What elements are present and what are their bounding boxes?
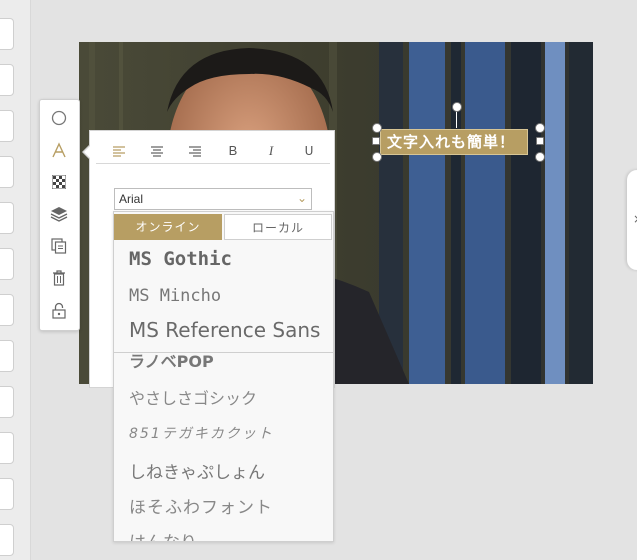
align-left-icon: [113, 146, 125, 157]
rotate-handle[interactable]: [452, 102, 462, 112]
duplicate-icon[interactable]: [48, 235, 70, 257]
font-option[interactable]: はんなり: [129, 528, 197, 541]
slide-thumbnail[interactable]: [0, 110, 14, 142]
slide-thumbnail[interactable]: [0, 202, 14, 234]
slide-thumbnail[interactable]: [0, 294, 14, 326]
font-dropdown: オンライン ローカル MS Gothic MS Mincho MS Refere…: [113, 211, 334, 542]
font-option[interactable]: しねきゃぷしょん: [129, 458, 265, 483]
resize-handle-bottom-right[interactable]: [535, 152, 545, 162]
tab-online[interactable]: オンライン: [114, 214, 222, 240]
tab-local[interactable]: ローカル: [224, 214, 332, 240]
font-option[interactable]: MS Gothic: [129, 248, 232, 270]
slide-thumbnail[interactable]: [0, 64, 14, 96]
format-button-row: B I U: [96, 141, 330, 164]
italic-button[interactable]: I: [258, 141, 284, 161]
element-toolbar: [39, 99, 80, 331]
text-tool-icon[interactable]: [48, 139, 70, 161]
align-right-icon: [189, 146, 201, 157]
trash-icon[interactable]: [48, 267, 70, 289]
underline-button[interactable]: U: [296, 141, 322, 161]
lock-icon[interactable]: [48, 299, 70, 321]
font-option[interactable]: ほそふわフォント: [129, 493, 273, 518]
slide-thumbnail[interactable]: [0, 248, 14, 280]
align-right-button[interactable]: [182, 141, 208, 161]
slide-thumbnail[interactable]: [0, 524, 14, 556]
circle-shape-icon[interactable]: [48, 107, 70, 129]
font-option[interactable]: 851テガキカクット: [129, 423, 274, 443]
slide-thumbnail[interactable]: [0, 478, 14, 510]
bold-button[interactable]: B: [220, 141, 246, 161]
resize-handle-left[interactable]: [372, 137, 380, 145]
font-option[interactable]: MS Mincho: [129, 286, 221, 306]
resize-handle-top-left[interactable]: [372, 123, 382, 133]
rotation-stem: [456, 110, 457, 128]
resize-handle-right[interactable]: [536, 137, 544, 145]
font-list[interactable]: MS Gothic MS Mincho MS Reference Sans ラノ…: [114, 240, 333, 541]
font-source-tabs: オンライン ローカル: [114, 214, 333, 240]
layers-icon[interactable]: [48, 203, 70, 225]
slide-thumbnail[interactable]: [0, 156, 14, 188]
slide-thumbnail[interactable]: [0, 432, 14, 464]
slide-thumbnail[interactable]: [0, 386, 14, 418]
align-left-button[interactable]: [106, 141, 132, 161]
font-option[interactable]: やさしさゴシック: [129, 385, 257, 409]
resize-handle-bottom-left[interactable]: [372, 152, 382, 162]
font-family-value: Arial: [119, 192, 144, 206]
text-element-label[interactable]: 文字入れも簡単！: [376, 131, 526, 152]
pattern-fill-icon[interactable]: [48, 171, 70, 193]
slide-thumbnail[interactable]: [0, 18, 14, 50]
slide-filmstrip[interactable]: [0, 0, 31, 560]
slide-thumbnail[interactable]: [0, 340, 14, 372]
side-panel-tab[interactable]: ×: [627, 170, 637, 270]
align-center-button[interactable]: [144, 141, 170, 161]
align-center-icon: [151, 146, 163, 157]
font-option[interactable]: ラノベPOP: [129, 348, 214, 372]
chevron-down-icon: ⌄: [296, 191, 307, 205]
panel-pointer-inner: [84, 146, 90, 158]
font-family-select[interactable]: Arial ⌄: [114, 188, 312, 210]
resize-handle-top-right[interactable]: [535, 123, 545, 133]
text-element[interactable]: 文字入れも簡単！: [376, 127, 538, 157]
font-option[interactable]: MS Reference Sans: [129, 318, 320, 342]
close-icon[interactable]: ×: [633, 212, 637, 226]
